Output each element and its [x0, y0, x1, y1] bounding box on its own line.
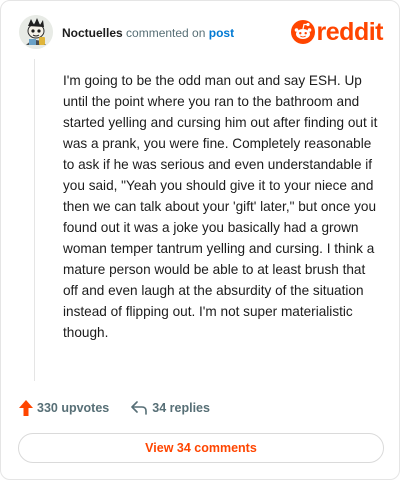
- post-link[interactable]: post: [209, 26, 234, 40]
- reddit-logo[interactable]: reddit: [290, 17, 384, 47]
- replies-button[interactable]: 34 replies: [131, 401, 210, 415]
- reddit-snoo-icon: [290, 20, 315, 44]
- comment-card: Noctuelles commented on post reddit I'm …: [0, 0, 400, 480]
- upvote-arrow-icon: [19, 400, 33, 416]
- username-link[interactable]: Noctuelles: [62, 26, 123, 40]
- replies-count: 34 replies: [152, 401, 210, 415]
- comment-byline: Noctuelles commented on post: [62, 26, 234, 40]
- action-text: commented on: [126, 26, 206, 40]
- comment-header: Noctuelles commented on post reddit: [19, 15, 385, 55]
- comment-footer: 330 upvotes 34 replies: [19, 397, 210, 419]
- upvote-button[interactable]: 330 upvotes: [19, 400, 109, 416]
- view-comments-button[interactable]: View 34 comments: [18, 433, 384, 463]
- comment-body: I'm going to be the odd man out and say …: [63, 73, 378, 340]
- reddit-wordmark: reddit: [316, 18, 384, 46]
- user-avatar[interactable]: [19, 15, 53, 49]
- reply-arrow-icon: [131, 401, 148, 415]
- upvote-count: 330 upvotes: [37, 401, 110, 415]
- thread-line[interactable]: [34, 59, 35, 381]
